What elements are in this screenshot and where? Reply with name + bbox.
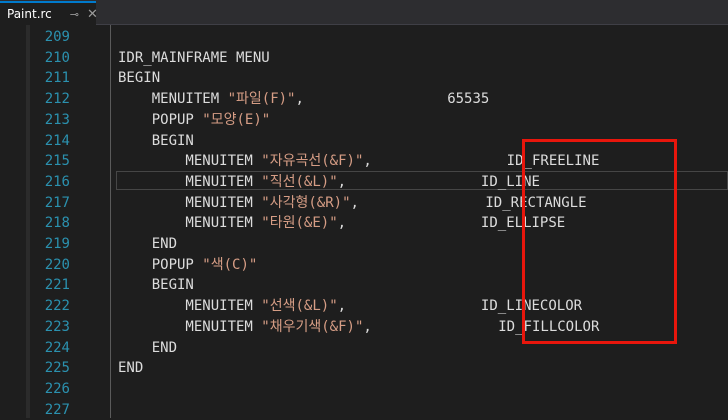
close-icon[interactable]: ✕ xyxy=(87,7,98,22)
line-number: 218 xyxy=(44,215,70,232)
code-identifier: , ID_LINE xyxy=(337,173,540,190)
code-keyword: MENUITEM xyxy=(118,298,262,315)
code-keyword: POPUP xyxy=(118,256,203,273)
code-string: "직선(&L)" xyxy=(261,173,338,190)
red-annotation-box xyxy=(522,139,677,344)
line-number: 209 xyxy=(44,29,70,45)
line-number: 225 xyxy=(44,360,70,377)
line-number: 212 xyxy=(44,91,70,108)
line-number: 227 xyxy=(44,401,70,418)
code-keyword: POPUP xyxy=(118,111,203,128)
code-line: MENUITEM "파일(F)", 65535 xyxy=(118,89,490,110)
code-string: "사각형(&R)" xyxy=(261,194,351,211)
line-number: 223 xyxy=(44,318,70,335)
line-number: 211 xyxy=(44,70,70,87)
code-string: "선색(&L)" xyxy=(261,298,338,315)
code-line: POPUP "모양(E)" xyxy=(118,110,271,131)
pin-icon[interactable]: ⊸ xyxy=(70,8,79,21)
code-line: MENUITEM "선색(&L)", ID_LINECOLOR xyxy=(118,296,582,317)
code-keyword: MENUITEM xyxy=(118,91,228,108)
line-number: 214 xyxy=(44,132,70,149)
tab-title: Paint.rc xyxy=(7,7,52,21)
line-number: 215 xyxy=(44,153,70,170)
line-number: 221 xyxy=(44,277,70,294)
code-line: MENUITEM "사각형(&R)", ID_RECTANGLE xyxy=(118,193,586,214)
code-line: MENUITEM "직선(&L)", ID_LINE xyxy=(118,172,540,193)
line-number: 217 xyxy=(44,194,70,211)
code-string: "채우기색(&F)" xyxy=(261,318,364,335)
code-line: BEGIN xyxy=(118,132,194,149)
code-string: "타원(&E)" xyxy=(261,215,338,232)
code-line: END xyxy=(118,360,144,377)
code-line: END xyxy=(118,236,178,252)
code-keyword: MENUITEM xyxy=(118,318,262,335)
code-string: "파일(F)" xyxy=(227,91,296,108)
code-keyword: MENUITEM xyxy=(118,153,262,170)
code-keyword: MENUITEM xyxy=(118,215,262,232)
code-string: "모양(E)" xyxy=(202,111,271,128)
code-string: "자유곡선(&F)" xyxy=(261,153,364,170)
code-identifier: , 65535 xyxy=(295,91,490,108)
line-number: 219 xyxy=(44,236,70,252)
tab-paint-rc[interactable]: Paint.rc ⊸ ✕ xyxy=(0,1,98,25)
line-number: 226 xyxy=(44,380,70,397)
code-keyword: MENUITEM xyxy=(118,194,262,211)
line-number: 224 xyxy=(44,339,70,356)
line-number: 222 xyxy=(44,298,70,315)
gutter-separator xyxy=(110,25,111,418)
line-number: 213 xyxy=(44,111,70,128)
code-line: END xyxy=(118,339,178,356)
code-line: MENUITEM "타원(&E)", ID_ELLIPSE xyxy=(118,213,565,234)
code-line: IDR_MAINFRAME MENU xyxy=(118,49,270,66)
code-line: POPUP "색(C)" xyxy=(118,255,258,276)
code-keyword: MENUITEM xyxy=(118,173,262,190)
code-string: "색(C)" xyxy=(202,256,258,273)
document-tab-bar: Paint.rc ⊸ ✕ xyxy=(0,0,728,25)
code-line: BEGIN xyxy=(118,277,194,294)
line-number: 220 xyxy=(44,256,70,273)
code-line: BEGIN xyxy=(118,70,161,87)
line-number: 216 xyxy=(44,173,70,190)
line-number: 210 xyxy=(44,49,70,66)
